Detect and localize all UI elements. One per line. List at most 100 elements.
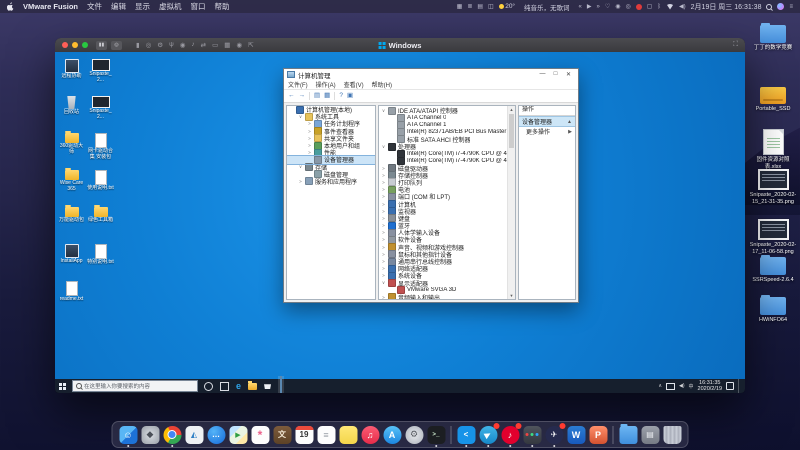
play-icon[interactable]: ▶ xyxy=(587,4,592,10)
scroll-down-icon[interactable]: ▼ xyxy=(508,292,515,299)
dock-preview[interactable]: ◭ xyxy=(185,425,204,444)
snip-icon[interactable]: ◫ xyxy=(488,4,494,10)
win-desktop-icon-app[interactable]: 远程协助 xyxy=(58,59,85,80)
window-grid-icon[interactable]: ▦ xyxy=(457,4,463,10)
win-desktop-icon-doc[interactable]: 使用说明.txt xyxy=(87,170,114,192)
cm-minimize-button[interactable]: — xyxy=(536,71,549,78)
weather-widget[interactable]: 20° xyxy=(499,3,515,10)
help-icon[interactable]: ? xyxy=(339,93,343,100)
bluetooth-icon[interactable]: ᛒ xyxy=(657,4,661,10)
menu-文件[interactable]: 文件 xyxy=(87,1,102,12)
win-desktop-icon-doc[interactable]: 特别说明.txt xyxy=(87,244,114,266)
cd-icon[interactable]: ◉ xyxy=(180,41,186,49)
chevron-up-icon[interactable]: ∧ xyxy=(658,383,662,389)
scroll-up-icon[interactable]: ▲ xyxy=(508,106,515,113)
cortana-icon[interactable] xyxy=(204,382,213,391)
win-desktop-icon-recycle[interactable]: 回收站 xyxy=(58,96,85,116)
display-icon[interactable]: ▭ xyxy=(212,41,218,49)
dock-stack[interactable]: ▤ xyxy=(641,425,660,444)
expander-icon[interactable]: > xyxy=(381,209,386,214)
ime-icon[interactable]: 中 xyxy=(689,383,694,390)
vmware-title-bar[interactable]: ▮▮ ◎ ▮◎⚙ψ◉♪⇄▭▦◉⇱ Windows ⛶ xyxy=(55,38,745,52)
actions-device-manager[interactable]: 设备管理器 ▲ xyxy=(519,116,575,127)
suspend-vm-button[interactable]: ▮▮ xyxy=(96,41,107,50)
win-desktop-icon-app[interactable]: InstallApp xyxy=(58,244,85,265)
mac-desktop-icon-folder[interactable]: 丁丁的数学竞赛 xyxy=(748,25,798,52)
mac-desktop-icon-drive[interactable]: Portable_SSD xyxy=(748,87,798,113)
dock-music[interactable]: ♫ xyxy=(361,425,380,444)
cm-close-button[interactable]: ✕ xyxy=(562,71,575,78)
dock-appstore[interactable]: A xyxy=(383,425,402,444)
apple-menu-icon[interactable] xyxy=(7,2,14,11)
usb-icon[interactable]: ψ xyxy=(169,41,174,49)
control-center-icon[interactable]: ≡ xyxy=(789,4,793,10)
wifi-icon[interactable] xyxy=(666,4,674,10)
next-icon[interactable]: » xyxy=(597,4,600,10)
vm-fullscreen-icon[interactable]: ⛶ xyxy=(733,41,738,49)
mac-desktop-icon-folder[interactable]: SSRSpeed-2.6.4 xyxy=(748,257,798,284)
expander-icon[interactable]: > xyxy=(307,121,312,126)
explorer-icon[interactable] xyxy=(248,383,257,390)
cm-menu-帮助(H)[interactable]: 帮助(H) xyxy=(372,80,392,89)
cm-menu-文件(F)[interactable]: 文件(F) xyxy=(288,80,308,89)
expander-icon[interactable]: > xyxy=(381,230,386,235)
active-app-button[interactable] xyxy=(278,376,284,394)
cm-title-bar[interactable]: 计算机管理 — □ ✕ xyxy=(284,69,578,80)
window-icon[interactable]: ▤ xyxy=(314,93,320,100)
menu-帮助[interactable]: 帮助 xyxy=(215,1,230,12)
volume-icon[interactable]: ◀) xyxy=(679,4,686,10)
audio-icon[interactable]: ♪ xyxy=(191,41,194,49)
mac-desktop-icon-xlsx[interactable]: 固件资源对照表.xlsx xyxy=(748,129,798,170)
spotlight-search-icon[interactable] xyxy=(766,4,772,10)
settings-icon[interactable]: ⚙ xyxy=(157,41,163,49)
dock-messages[interactable]: … xyxy=(207,425,226,444)
dock-finder[interactable]: ☺ xyxy=(119,425,138,444)
expander-icon[interactable]: > xyxy=(307,143,312,148)
dock-stickies[interactable] xyxy=(339,425,358,444)
prev-icon[interactable]: « xyxy=(579,4,582,10)
expander-icon[interactable]: > xyxy=(381,180,386,185)
dock-launchpad[interactable]: ◆ xyxy=(141,425,160,444)
expander-icon[interactable]: > xyxy=(381,223,386,228)
dock-photos[interactable]: * xyxy=(251,425,270,444)
dock-maps[interactable]: ▶ xyxy=(229,425,248,444)
properties-icon[interactable]: ▣ xyxy=(347,93,353,100)
dock-sysprefs[interactable]: ⚙ xyxy=(405,425,424,444)
expander-icon[interactable]: ∨ xyxy=(381,280,386,286)
scrollbar[interactable]: ▲ ▼ xyxy=(507,106,515,299)
mac-desktop-icon-folder[interactable]: HWiNFO64 xyxy=(748,297,798,324)
expander-icon[interactable]: > xyxy=(381,295,386,300)
actions-more[interactable]: 更多操作 ▶ xyxy=(519,127,575,136)
siri-icon[interactable] xyxy=(777,3,784,10)
expander-icon[interactable]: > xyxy=(381,202,386,207)
store-icon[interactable] xyxy=(264,383,271,389)
dock-terminal[interactable]: >_ xyxy=(427,425,446,444)
edge-icon[interactable]: e xyxy=(236,382,241,391)
expander-icon[interactable]: > xyxy=(381,237,386,242)
expander-icon[interactable]: ∨ xyxy=(298,164,303,170)
network-icon[interactable] xyxy=(666,383,675,390)
meter-icon[interactable]: ▤ xyxy=(477,4,483,10)
expander-icon[interactable]: ∨ xyxy=(298,114,303,120)
start-button[interactable] xyxy=(59,383,66,390)
expander-icon[interactable]: > xyxy=(381,273,386,278)
expander-icon[interactable]: > xyxy=(307,150,312,155)
expand-icon[interactable]: ▶ xyxy=(568,129,572,135)
dock-word[interactable]: W xyxy=(567,425,586,444)
keyboard-icon[interactable]: ▦ xyxy=(224,41,230,49)
dock-trash[interactable] xyxy=(663,425,682,444)
menu-显示[interactable]: 显示 xyxy=(135,1,150,12)
zoom-window-button[interactable] xyxy=(82,42,88,48)
cm-maximize-button[interactable]: □ xyxy=(549,71,562,78)
minimize-window-button[interactable] xyxy=(72,42,78,48)
snapshot-icon[interactable]: ◎ xyxy=(146,41,152,49)
win-desktop-icon-doc[interactable]: readme.txt xyxy=(58,281,85,303)
win-desktop-icon-doc[interactable]: 网卡驱动合集 安装包 xyxy=(87,133,114,160)
win-desktop-icon-folder[interactable]: 万能驱动包 xyxy=(58,207,85,224)
taskbar-clock[interactable]: 16:31:35 2020/2/19 xyxy=(698,380,722,393)
expander-icon[interactable]: > xyxy=(381,252,386,257)
dock-netease-music[interactable]: ♪ xyxy=(501,425,520,444)
snapshots-button[interactable]: ◎ xyxy=(111,41,122,50)
expander-icon[interactable]: > xyxy=(381,187,386,192)
console-tree-item[interactable]: >服务和应用程序 xyxy=(287,178,375,185)
